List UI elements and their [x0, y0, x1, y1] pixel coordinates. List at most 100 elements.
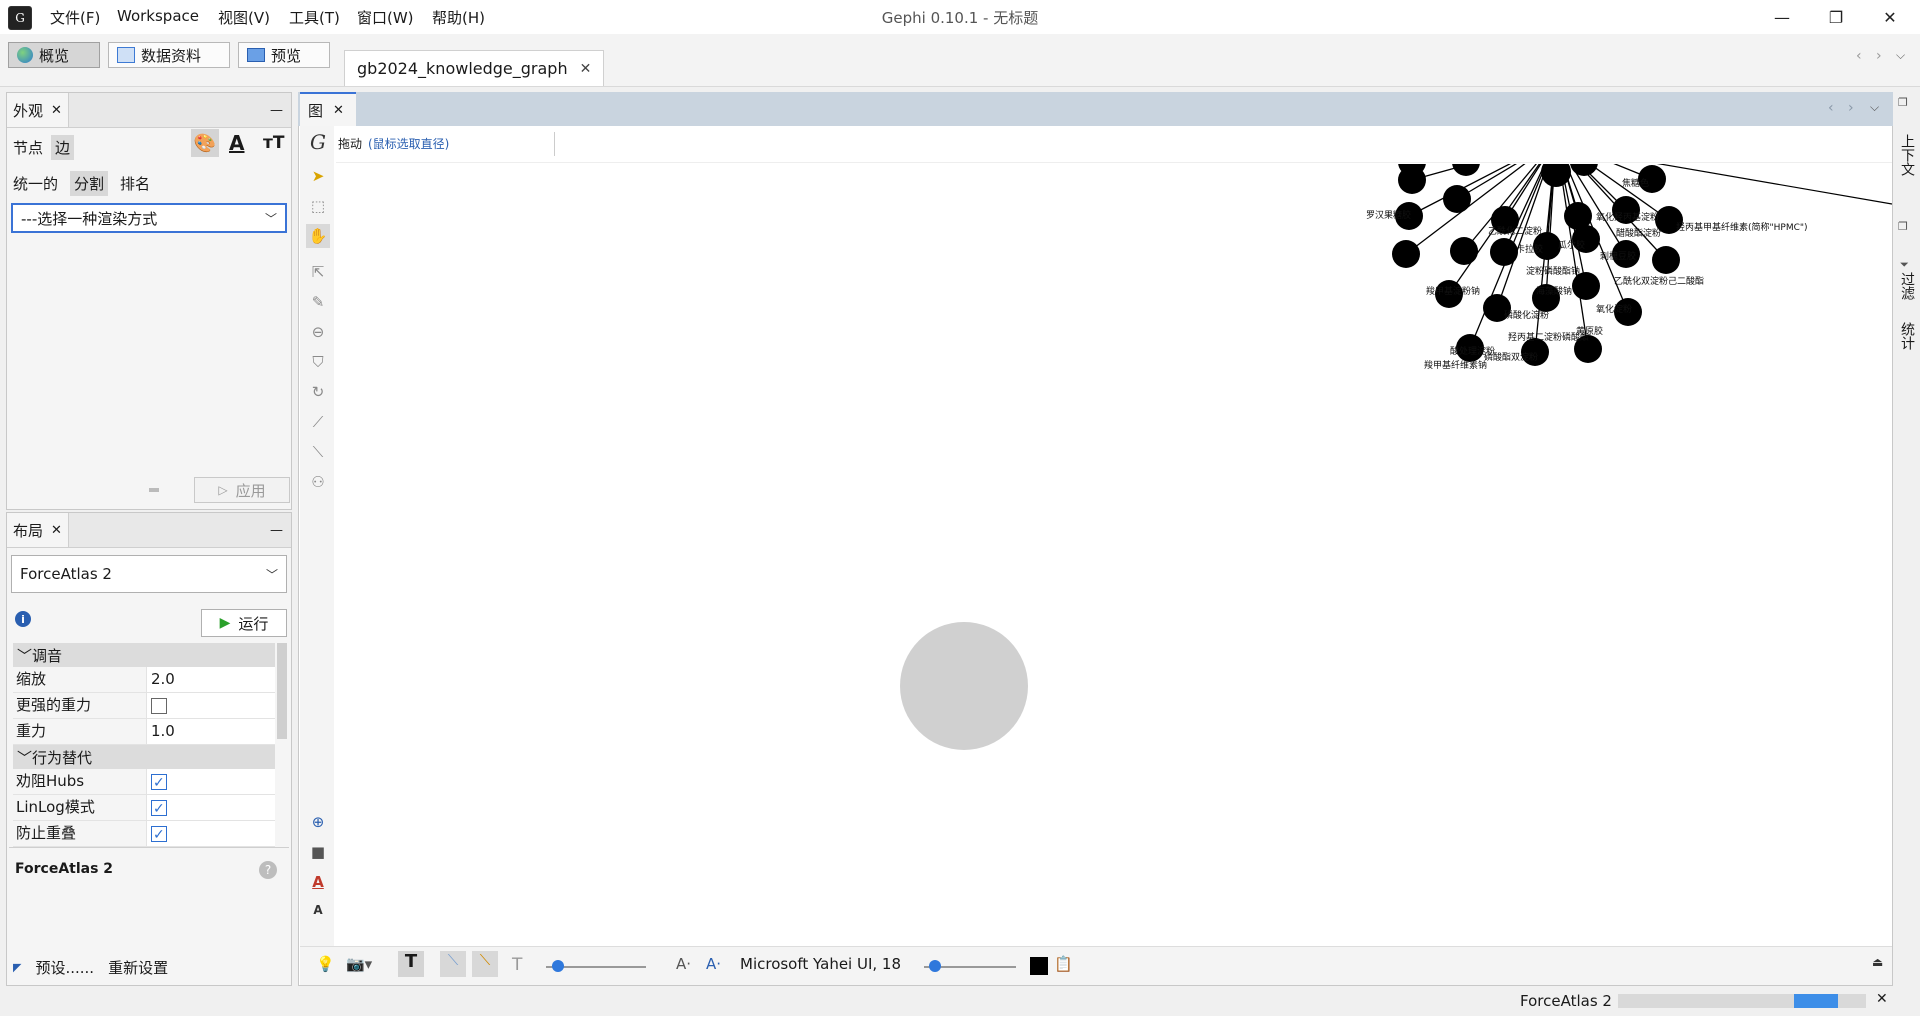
graph-hub-node[interactable] — [1541, 164, 1571, 187]
label-color-swatch[interactable] — [1030, 957, 1048, 975]
zoom-icon[interactable]: ⊕ — [306, 810, 330, 834]
ranking-mode-tab[interactable]: 排名 — [120, 173, 150, 194]
edge-label-icon[interactable]: T — [512, 955, 522, 975]
help-icon[interactable]: ? — [259, 861, 277, 879]
graph-node[interactable] — [1450, 237, 1478, 265]
font-selector[interactable]: Microsoft Yahei UI, 18 — [740, 955, 901, 973]
font-size-icon[interactable]: A — [306, 898, 330, 922]
tab-list-icon[interactable]: ⌵ — [1896, 48, 1905, 63]
edit-node-icon[interactable]: ⇱ — [306, 260, 330, 284]
reset-button[interactable]: 重新设置 — [108, 957, 168, 978]
context-tab[interactable]: 上下文 — [1897, 134, 1917, 176]
label-size-icon[interactable]: тT — [263, 133, 284, 153]
restore-panel-icon[interactable]: ❐ — [1898, 96, 1908, 109]
appearance-tab[interactable]: 外观 ✕ — [7, 93, 69, 127]
brush-icon[interactable]: ✎ — [306, 290, 330, 314]
section-behavior[interactable]: ﹀ 行为替代 — [13, 745, 275, 769]
linlog-checkbox[interactable] — [151, 797, 167, 822]
graph-node[interactable] — [1570, 164, 1598, 176]
minimize-panel-icon[interactable]: — — [270, 523, 283, 538]
apply-button[interactable]: ▷ 应用 — [194, 477, 290, 503]
rotate-icon[interactable]: ↻ — [306, 380, 330, 404]
minimize-button[interactable]: — — [1752, 0, 1812, 34]
menu-window[interactable]: 窗口(W) — [357, 7, 414, 28]
section-tuning[interactable]: ﹀ 调音 — [13, 643, 275, 667]
graph-svg[interactable]: 罗汉果糖胶乙酰化二淀粉 羟丙基甲基纤维素(简称"HPMC")乙酰化双淀粉己二酸酯氧… — [336, 164, 1892, 946]
lightbulb-icon[interactable]: 💡 — [316, 955, 335, 973]
prevent-overlap-checkbox[interactable] — [151, 823, 167, 848]
slider-thumb[interactable] — [552, 960, 564, 972]
close-tab-icon[interactable]: ✕ — [580, 61, 592, 77]
font-larger-icon[interactable]: A· — [706, 955, 721, 973]
heat-map-icon[interactable]: ⚇ — [306, 470, 330, 494]
tab-scroll-right-icon[interactable]: › — [1876, 48, 1882, 64]
drag-hand-icon[interactable]: ✋ — [306, 224, 330, 248]
graph-node[interactable] — [1452, 164, 1480, 176]
graph-tab[interactable]: 图 ✕ — [300, 92, 356, 126]
add-node-icon[interactable]: ⟍ — [306, 440, 330, 464]
cancel-task-icon[interactable]: ✕ — [1876, 991, 1888, 1007]
edges-tab[interactable]: 边 — [51, 135, 75, 160]
layout-algorithm-select[interactable]: ForceAtlas 2 ﹀ — [11, 555, 287, 593]
run-button[interactable]: ▶ 运行 — [201, 609, 287, 637]
tab-scroll-right-icon[interactable]: › — [1848, 100, 1854, 116]
node-size-slider[interactable] — [546, 960, 646, 972]
nodes-tab[interactable]: 节点 — [13, 137, 43, 158]
graph-node[interactable] — [1392, 240, 1420, 268]
unique-mode-tab[interactable]: 统一的 — [13, 173, 58, 194]
partition-mode-tab[interactable]: 分割 — [70, 171, 109, 196]
edge-color-icon[interactable]: ⟍ — [472, 951, 498, 977]
slider-thumb[interactable] — [929, 960, 942, 972]
shortest-path-icon[interactable]: ⊖ — [306, 320, 330, 344]
data-laboratory-button[interactable]: 数据资料 — [108, 42, 230, 68]
menu-workspace[interactable]: Workspace — [117, 7, 199, 25]
close-window-button[interactable]: ✕ — [1860, 0, 1920, 34]
graph-node[interactable] — [1652, 246, 1680, 274]
screenshot-icon[interactable]: 📷▾ — [346, 955, 372, 973]
graph-node[interactable] — [1398, 166, 1426, 194]
render-method-select[interactable]: ---选择一种渲染方式 ﹀ — [11, 203, 287, 233]
document-tab[interactable]: gb2024_knowledge_graph ✕ — [344, 50, 605, 86]
preview-button[interactable]: 预览 — [238, 42, 330, 68]
tab-scroll-left-icon[interactable]: ‹ — [1828, 100, 1834, 116]
close-panel-icon[interactable]: ✕ — [51, 523, 62, 538]
close-panel-icon[interactable]: ✕ — [51, 103, 62, 118]
filters-tab[interactable]: 过滤 — [1897, 272, 1917, 300]
restore-panel-icon[interactable]: ❐ — [1898, 220, 1908, 233]
dissuade-hubs-checkbox[interactable] — [151, 771, 167, 796]
minimize-panel-icon[interactable]: — — [270, 103, 283, 118]
add-edge-icon[interactable]: ⟋ — [306, 410, 330, 434]
label-color-icon[interactable]: A — [229, 131, 244, 155]
label-size-slider[interactable] — [924, 960, 1016, 972]
presets-button[interactable]: 预设...... — [35, 957, 94, 978]
menu-tools[interactable]: 工具(T) — [289, 7, 340, 28]
gravity-input[interactable]: 1.0 — [147, 719, 275, 744]
painter-icon[interactable]: ⛉ — [306, 350, 330, 374]
palette-icon[interactable]: 🎨 — [191, 129, 219, 157]
info-icon[interactable]: i — [15, 611, 31, 627]
font-color-icon[interactable]: A — [306, 870, 330, 894]
lock-icon[interactable]: ⏏ — [1872, 955, 1883, 969]
close-tab-icon[interactable]: ✕ — [333, 103, 344, 118]
menu-help[interactable]: 帮助(H) — [432, 7, 485, 28]
statistics-tab[interactable]: 统计 — [1897, 322, 1917, 350]
clipboard-icon[interactable]: 📋 — [1054, 955, 1073, 973]
overview-button[interactable]: 概览 — [8, 42, 100, 68]
background-color-icon[interactable]: ■ — [306, 840, 330, 864]
font-smaller-icon[interactable]: A· — [676, 955, 691, 973]
edge-visibility-icon[interactable]: ⟍ — [440, 951, 466, 977]
tab-scroll-left-icon[interactable]: ‹ — [1856, 48, 1862, 64]
rectangle-select-icon[interactable]: ⬚ — [306, 194, 330, 218]
show-labels-icon[interactable]: T — [398, 951, 424, 977]
layout-tab[interactable]: 布局 ✕ — [7, 513, 69, 547]
stronger-gravity-checkbox[interactable] — [151, 697, 167, 714]
menu-view[interactable]: 视图(V) — [218, 7, 270, 28]
scaling-input[interactable]: 2.0 — [147, 667, 275, 692]
graph-node[interactable] — [1443, 185, 1471, 213]
pointer-tool-icon[interactable]: ➤ — [306, 164, 330, 188]
graph-node[interactable] — [1490, 238, 1518, 266]
graph-canvas[interactable]: 罗汉果糖胶 乙酰化二淀粉 羟丙基甲基纤维素(简称"HPMC") 乙酰化双淀粉己二酸酯氧… — [336, 164, 1892, 946]
property-scrollbar[interactable] — [277, 643, 287, 739]
restore-button[interactable]: ❐ — [1806, 0, 1866, 34]
tab-list-icon[interactable]: ⌵ — [1870, 100, 1879, 115]
